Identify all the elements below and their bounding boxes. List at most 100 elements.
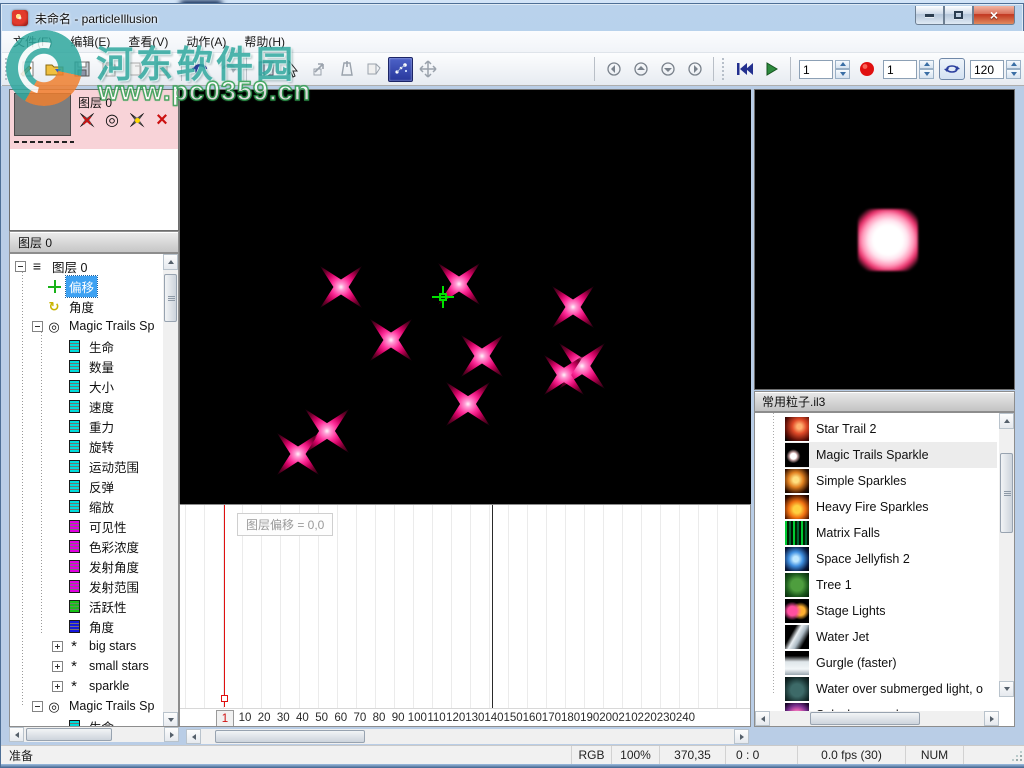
menu-item-3[interactable]: 查看(V)	[119, 30, 177, 53]
tree-item[interactable]: 速度	[10, 396, 162, 416]
titlebar[interactable]: 未命名 - particleIllusion ×	[1, 4, 1023, 31]
tree-item[interactable]: 活跃性	[10, 596, 162, 616]
tree-item[interactable]: 生命	[10, 336, 162, 356]
library-item-label[interactable]: Heavy Fire Sparkles	[816, 500, 929, 514]
library-item[interactable]: Tree 1	[785, 572, 997, 598]
scroll-left-button[interactable]	[755, 711, 770, 726]
timeline-playhead[interactable]	[224, 505, 225, 707]
library-item[interactable]: Space Jellyfish 2	[785, 546, 997, 572]
timeline-playhead-knob[interactable]	[221, 695, 228, 702]
library-item-label[interactable]: Star Trail 2	[816, 422, 876, 436]
tree-item-label[interactable]: 角度	[66, 296, 97, 317]
library-item[interactable]: Simple Sparkles	[785, 468, 997, 494]
end-frame-up-button[interactable]	[1006, 60, 1021, 70]
library-item-label[interactable]: Water Jet	[816, 630, 869, 644]
menu-item-1[interactable]: 文件(F)	[4, 30, 61, 53]
library-item[interactable]: Stage Lights	[785, 598, 997, 624]
end-frame-input[interactable]: 120	[970, 60, 1004, 79]
library-item-label[interactable]: Stage Lights	[816, 604, 886, 618]
tree-item-label[interactable]: small stars	[86, 658, 152, 674]
tree-item[interactable]: *big stars	[10, 636, 162, 656]
timeline-panel[interactable]: 图层偏移 = 0,0 1 102030405060708090100110120…	[179, 504, 751, 727]
tree-item[interactable]: 生命	[10, 716, 162, 727]
view-down-button[interactable]	[655, 57, 680, 82]
library-vertical-scrollbar[interactable]	[999, 413, 1014, 697]
duplicate-layer-button[interactable]	[150, 57, 175, 82]
current-frame-up-button[interactable]	[835, 60, 850, 70]
loop-toggle-button[interactable]	[939, 58, 965, 80]
library-item[interactable]: Star Trail 2	[785, 416, 997, 442]
tree-item[interactable]: 可见性	[10, 516, 162, 536]
tree-item-label[interactable]: 旋转	[86, 436, 117, 457]
tree-item-label[interactable]: 色彩浓度	[86, 536, 142, 557]
scrollbar-thumb[interactable]	[810, 712, 920, 725]
stage-panel-button[interactable]	[253, 57, 278, 82]
tree-item[interactable]: 偏移	[10, 276, 162, 296]
tree-item[interactable]: *small stars	[10, 656, 162, 676]
tree-item-label[interactable]: 可见性	[86, 516, 130, 537]
rewind-button[interactable]	[732, 57, 757, 82]
tree-item-label[interactable]: 数量	[86, 356, 117, 377]
emitter-tool-button[interactable]	[388, 57, 413, 82]
library-item[interactable]: Water Jet	[785, 624, 997, 650]
stage-canvas[interactable]	[179, 89, 751, 504]
tree-item[interactable]: 缩放	[10, 496, 162, 516]
tree-item-label[interactable]: 生命	[86, 336, 117, 357]
library-item[interactable]: Water over submerged light, o	[785, 676, 997, 702]
library-item[interactable]: Gurgle (faster)	[785, 650, 997, 676]
toolbar-grip-2[interactable]	[722, 58, 727, 80]
library-item-label[interactable]: Gurgle (faster)	[816, 656, 897, 670]
library-item-label[interactable]: Simple Sparkles	[816, 474, 906, 488]
tree-item-label[interactable]: 发射角度	[86, 556, 142, 577]
tree-item-label[interactable]: 偏移	[66, 276, 97, 297]
library-item-label[interactable]: Matrix Falls	[816, 526, 880, 540]
tree-item-label[interactable]: sparkle	[86, 678, 132, 694]
layer-hide-emitter-button[interactable]: ×	[76, 110, 98, 130]
scrollbar-thumb[interactable]	[26, 728, 112, 741]
library-header-bar[interactable]: 常用粒子.il3	[754, 391, 1015, 412]
timeline-horizontal-scrollbar[interactable]	[186, 729, 749, 744]
preview-frame-up-button[interactable]	[919, 60, 934, 70]
current-frame-down-button[interactable]	[835, 69, 850, 79]
layer-emitter-visibility-button[interactable]: ◎	[101, 110, 123, 130]
scroll-right-button[interactable]	[984, 711, 999, 726]
tree-item-label[interactable]: Magic Trails Sp	[66, 318, 157, 334]
library-item-label[interactable]: Water over submerged light, o	[816, 682, 983, 696]
scrollbar-thumb[interactable]	[1000, 453, 1013, 533]
scrollbar-thumb[interactable]	[164, 274, 177, 322]
menu-item-5[interactable]: 帮助(H)	[235, 30, 294, 53]
preview-frame-spinbox[interactable]: 1	[883, 60, 934, 79]
tree-item[interactable]: 发射角度	[10, 556, 162, 576]
tree-item[interactable]: 数量	[10, 356, 162, 376]
tree-item-label[interactable]: 生命	[86, 716, 117, 728]
flip-tool-button[interactable]	[361, 57, 386, 82]
tree-item-label[interactable]: 角度	[86, 616, 117, 637]
record-button[interactable]	[854, 57, 879, 82]
play-button[interactable]	[759, 57, 784, 82]
scale-stage-tool-button[interactable]	[334, 57, 359, 82]
select-tool-button[interactable]	[280, 57, 305, 82]
collapse-minus-icon[interactable]	[15, 261, 26, 272]
preview-frame-input[interactable]: 1	[883, 60, 917, 79]
rotate-stage-tool-button[interactable]	[307, 57, 332, 82]
scrollbar-thumb[interactable]	[215, 730, 365, 743]
library-item[interactable]: Magic Trails Sparkle	[785, 442, 997, 468]
tree-item-label[interactable]: 缩放	[86, 496, 117, 517]
end-frame-down-button[interactable]	[1006, 69, 1021, 79]
open-file-button[interactable]	[42, 57, 67, 82]
emitter-position-handle[interactable]	[432, 286, 454, 308]
tree-item-label[interactable]: 反弹	[86, 476, 117, 497]
redo-button[interactable]	[215, 57, 240, 82]
move-tool-button[interactable]	[415, 57, 440, 82]
expand-plus-icon[interactable]	[52, 681, 63, 692]
tree-item-label[interactable]: big stars	[86, 638, 139, 654]
collapse-minus-icon[interactable]	[32, 321, 43, 332]
tree-item-label[interactable]: 运动范围	[86, 456, 142, 477]
undo-button[interactable]	[188, 57, 213, 82]
maximize-button[interactable]	[944, 6, 973, 25]
scroll-down-button[interactable]	[163, 712, 178, 727]
tree-item[interactable]: 运动范围	[10, 456, 162, 476]
new-file-button[interactable]	[15, 57, 40, 82]
save-button[interactable]	[69, 57, 94, 82]
current-frame-input[interactable]: 1	[799, 60, 833, 79]
